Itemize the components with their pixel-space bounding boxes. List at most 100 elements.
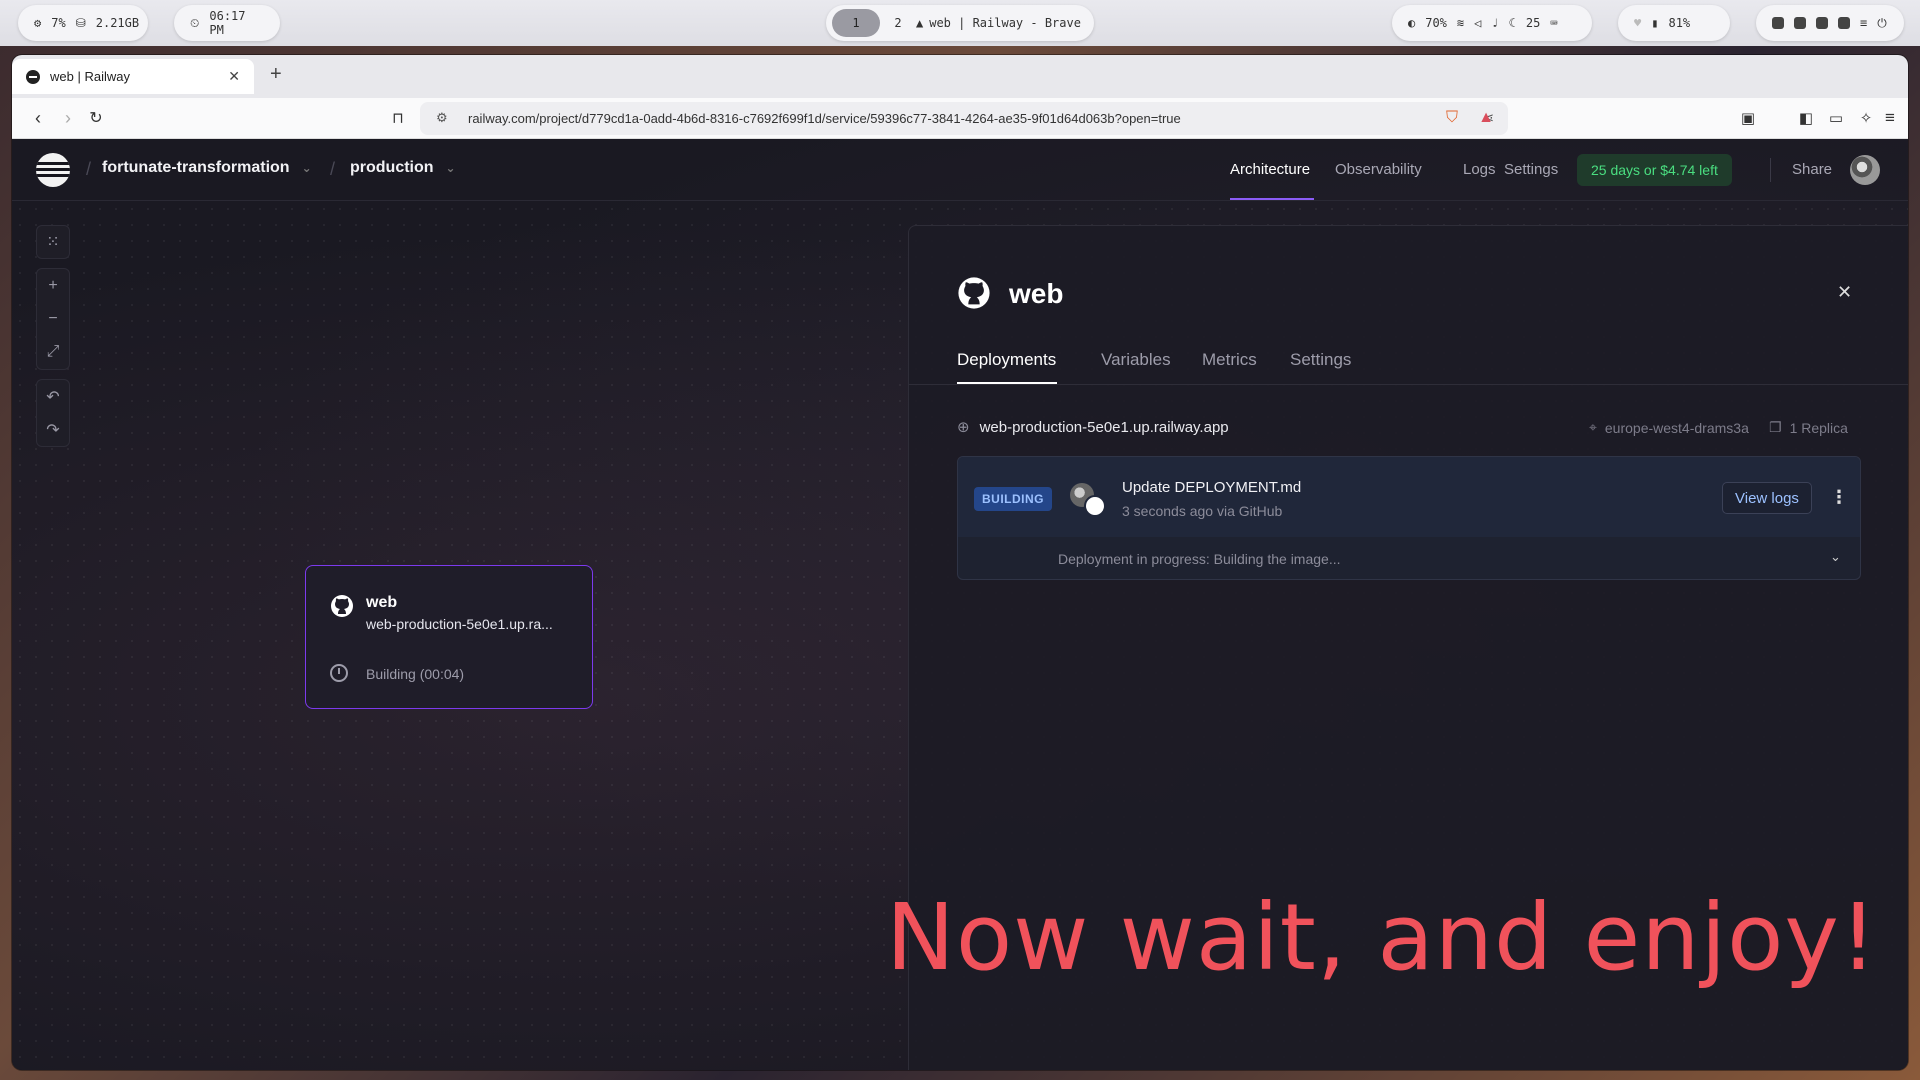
forward-icon[interactable]: ›: [56, 106, 80, 130]
undo-icon[interactable]: ↶: [36, 380, 70, 413]
url-text: railway.com/project/d779cd1a-0add-4b6d-8…: [468, 111, 1181, 126]
bookmark-icon[interactable]: ⊓: [386, 106, 410, 130]
quick-actions: ≡ ⏻: [1756, 5, 1904, 41]
wallet-icon[interactable]: ▭: [1824, 106, 1848, 130]
temperature: 25: [1525, 16, 1541, 30]
battery-level: 81%: [1668, 16, 1691, 30]
zoom-out-icon[interactable]: −: [36, 302, 70, 335]
nav-logs[interactable]: Logs: [1463, 161, 1496, 178]
workspace-switcher: 1 2 ▲ web | Railway - Brave: [826, 5, 1094, 41]
railway-logo-icon[interactable]: [36, 153, 70, 187]
tab-variables[interactable]: Variables: [1101, 350, 1171, 370]
screenshot-tool-icon[interactable]: ▣: [1736, 106, 1760, 130]
battery-icon: ▮: [1651, 16, 1659, 30]
github-icon: [330, 594, 354, 618]
environment-name: production: [350, 159, 434, 176]
browser-menu-icon[interactable]: ≡: [1878, 106, 1902, 130]
brave-shields-icon[interactable]: ⛉: [1440, 106, 1464, 130]
address-bar[interactable]: ⚙ railway.com/project/d779cd1a-0add-4b6d…: [420, 102, 1508, 135]
sidebar-toggle-icon[interactable]: ◧: [1794, 106, 1818, 130]
history-controls: ↶ ↷: [36, 379, 70, 447]
wifi-icon: ≋: [1456, 16, 1465, 30]
leo-ai-icon[interactable]: ✧: [1854, 106, 1878, 130]
service-url: web-production-5e0e1.up.ra...: [366, 616, 553, 632]
status-tray[interactable]: ◐ 70% ≋ ◁ ♩ ☾ 25 ⌨: [1392, 5, 1592, 41]
status-badge: BUILDING: [974, 487, 1052, 511]
trial-badge[interactable]: 25 days or $4.74 left: [1577, 154, 1732, 186]
fit-view-icon[interactable]: ⤢: [36, 336, 70, 369]
files-icon[interactable]: [1838, 17, 1850, 29]
clock-widget[interactable]: ⏲ 06:17 PM: [174, 5, 280, 41]
redo-icon[interactable]: ↷: [36, 413, 70, 446]
nav-settings[interactable]: Settings: [1504, 161, 1558, 178]
service-status: Building (00:04): [366, 666, 465, 682]
tab-deployments[interactable]: Deployments: [957, 350, 1056, 370]
project-selector[interactable]: fortunate-transformation ⌄: [102, 159, 312, 177]
brightness-icon: ◐: [1408, 16, 1416, 30]
view-logs-button[interactable]: View logs: [1722, 482, 1812, 514]
user-avatar[interactable]: [1850, 155, 1880, 185]
progress-status: Building the image...: [1213, 551, 1341, 567]
environment-selector[interactable]: production ⌄: [350, 159, 456, 177]
close-icon[interactable]: ✕: [1837, 282, 1852, 303]
github-icon: [1084, 495, 1106, 517]
workspace-2[interactable]: 2: [886, 9, 910, 37]
tab-divider: [909, 384, 1908, 385]
cpu-icon: ⚙: [34, 16, 42, 30]
brightness-level: 70%: [1425, 16, 1447, 30]
chevron-down-icon[interactable]: ⌄: [1830, 549, 1841, 565]
memory-icon: ⛁: [75, 16, 86, 30]
service-domain: web-production-5e0e1.up.railway.app: [979, 418, 1229, 436]
clock-time: 06:17 PM: [209, 9, 246, 37]
reload-icon[interactable]: ↻: [84, 106, 108, 130]
replica-count: 1 Replica: [1789, 419, 1848, 436]
replica-info: ❐ 1 Replica: [1769, 419, 1848, 436]
palette-icon[interactable]: [1794, 17, 1806, 29]
app-header: / fortunate-transformation ⌄ / productio…: [12, 139, 1908, 201]
app-icon[interactable]: [1772, 17, 1784, 29]
mic-icon: ♩: [1491, 16, 1499, 30]
location-pin-icon: ⌖: [1589, 419, 1597, 435]
github-icon: [957, 276, 991, 310]
tab-settings[interactable]: Settings: [1290, 350, 1351, 370]
power-icon[interactable]: ⏻: [1877, 16, 1887, 31]
chevron-down-icon: ⌄: [445, 161, 456, 175]
share-button[interactable]: Share: [1792, 161, 1832, 178]
close-tab-icon[interactable]: ✕: [228, 68, 240, 85]
nav-observability[interactable]: Observability: [1335, 161, 1422, 178]
memory-usage: 2.21GB: [95, 16, 140, 30]
active-window-title: web | Railway - Brave: [929, 16, 1081, 30]
os-top-bar: ⚙ 7% ⛁ 2.21GB ⏲ 06:17 PM 1 2 ▲ web | Rai…: [0, 0, 1920, 46]
browser-toolbar: ‹ › ↻ ⊓ ⚙ railway.com/project/d779cd1a-0…: [12, 98, 1908, 139]
header-divider: [1770, 158, 1771, 182]
region-info: ⌖ europe-west4-drams3a: [1589, 419, 1749, 436]
active-nav-indicator: [1230, 198, 1314, 200]
menu-icon[interactable]: ≡: [1860, 16, 1867, 30]
zoom-in-icon[interactable]: +: [36, 269, 70, 302]
service-domain-link[interactable]: ⊕ web-production-5e0e1.up.railway.app: [957, 418, 1229, 437]
back-icon[interactable]: ‹: [26, 106, 50, 130]
screenshot-icon[interactable]: [1816, 17, 1828, 29]
progress-label: Deployment in progress:: [1058, 551, 1210, 567]
browser-window: web | Railway ✕ + ‹ › ↻ ⊓ ⚙ railway.com/…: [12, 55, 1908, 1070]
railway-app: / fortunate-transformation ⌄ / productio…: [12, 139, 1908, 1070]
service-node-web[interactable]: web web-production-5e0e1.up.ra... Buildi…: [305, 565, 593, 709]
new-tab-button[interactable]: +: [270, 63, 282, 86]
workspace-1[interactable]: 1: [832, 9, 880, 37]
night-icon: ☾: [1508, 16, 1516, 30]
system-stats[interactable]: ⚙ 7% ⛁ 2.21GB: [18, 5, 148, 41]
chevron-down-icon: ⌄: [301, 161, 312, 175]
tab-title: web | Railway: [50, 69, 130, 84]
battery-widget[interactable]: ♥ ▮ 81%: [1618, 5, 1730, 41]
site-settings-icon[interactable]: ⚙: [436, 110, 448, 126]
nav-architecture[interactable]: Architecture: [1230, 161, 1310, 178]
more-options-icon[interactable]: ⋮: [1830, 487, 1848, 508]
grid-icon[interactable]: ⁙: [36, 226, 70, 258]
browser-tab[interactable]: web | Railway ✕: [12, 59, 254, 94]
clock-icon: [330, 664, 348, 682]
deployment-card[interactable]: BUILDING Update DEPLOYMENT.md 3 seconds …: [957, 456, 1861, 580]
commit-message: Update DEPLOYMENT.md: [1122, 479, 1302, 496]
tab-metrics[interactable]: Metrics: [1202, 350, 1257, 370]
brave-rewards-icon[interactable]: ▲: [1474, 106, 1498, 130]
breadcrumb-separator: /: [86, 159, 92, 179]
